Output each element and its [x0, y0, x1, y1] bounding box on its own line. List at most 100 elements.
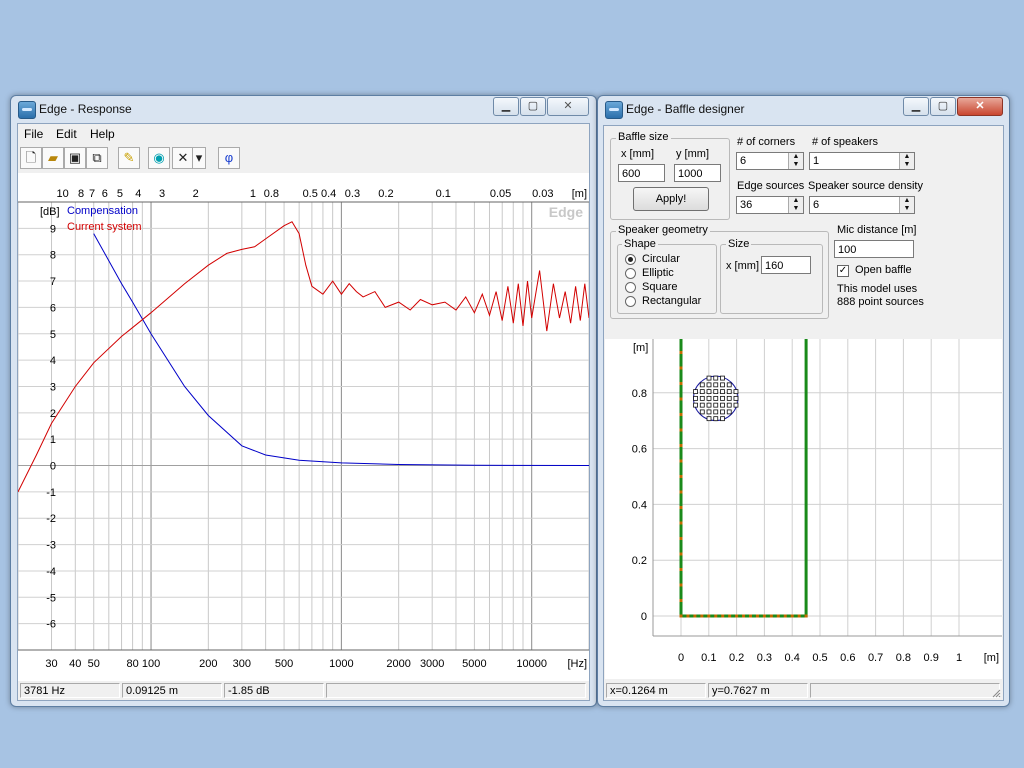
baffle-maximize-button[interactable]: ▢ [930, 97, 956, 116]
speaker-point-source [693, 389, 698, 395]
radio-square[interactable] [625, 282, 636, 293]
status-distance: 0.09125 m [122, 683, 222, 698]
baffle-settings-panel: Baffle size x [mm] y [mm] 600 1000 Apply… [604, 126, 1003, 336]
x-tick-label: 50 [88, 658, 100, 670]
x-tick-label: 0.5 [812, 652, 827, 664]
size-x-input[interactable]: 160 [761, 256, 811, 274]
speakers-label: # of speakers [812, 136, 879, 148]
edge-source-marker [679, 459, 683, 463]
spin-arrows-icon[interactable]: ▲ ▼ [788, 153, 803, 169]
top-tick-label: 7 [89, 188, 95, 200]
x-tick-label: 1 [956, 652, 962, 664]
menu-help[interactable]: Help [90, 127, 115, 141]
baffle-y-input[interactable]: 1000 [674, 164, 721, 182]
speaker-point-source [733, 389, 739, 395]
menu-edit[interactable]: Edit [56, 127, 77, 141]
shape-label: Shape [622, 238, 658, 250]
edge-source-marker [679, 583, 683, 587]
save-icon[interactable]: ▣ [64, 147, 86, 169]
baffle-size-label: Baffle size [616, 131, 671, 143]
phase-icon[interactable]: φ [218, 147, 240, 169]
y-tick-label: 1 [50, 434, 56, 446]
speaker-point-source [733, 402, 739, 408]
status-level: -1.85 dB [224, 683, 324, 698]
edge-sources-spinner[interactable]: 36 ▲ ▼ [736, 196, 804, 214]
edge-source-marker [679, 413, 683, 416]
baffle-minimize-button[interactable]: ▁ [903, 97, 929, 116]
close-button[interactable]: ✕ [547, 97, 589, 116]
speaker-point-source [713, 409, 719, 415]
edge-source-marker [700, 614, 704, 618]
menu-file[interactable]: File [24, 127, 43, 141]
edge-source-marker [693, 614, 697, 618]
corners-spinner[interactable]: 6 ▲ ▼ [736, 152, 804, 170]
top-tick-label: 0.03 [532, 188, 553, 200]
radio-elliptic[interactable] [625, 268, 636, 279]
spin-arrows-icon[interactable]: ▲ ▼ [788, 197, 803, 213]
series-line-current-system [17, 221, 590, 493]
size-x-label: x [mm] [726, 260, 759, 272]
spin-arrows-icon[interactable]: ▲ ▼ [899, 153, 914, 169]
y-tick-label: 8 [50, 250, 56, 262]
edge-source-marker [742, 614, 746, 618]
x-tick-label: 500 [275, 658, 293, 670]
delete-x-icon[interactable]: ✕ [172, 147, 194, 169]
new-file-icon[interactable]: 🗋 [20, 147, 42, 169]
baffle-x-input[interactable]: 600 [618, 164, 665, 182]
size-group [720, 244, 823, 314]
speaker-point-source [706, 409, 712, 415]
speaker-point-source [706, 375, 712, 381]
baffle-close-button[interactable]: ✕ [957, 97, 1003, 116]
top-tick-label: 0.5 [303, 188, 318, 200]
speakers-spinner[interactable]: 1 ▲ ▼ [809, 152, 915, 170]
open-baffle-checkbox[interactable]: ✓ [837, 265, 849, 277]
y-tick-label: 0.2 [632, 555, 647, 567]
radio-rectangular[interactable] [625, 296, 636, 307]
speaker-point-source [720, 375, 725, 381]
x-tick-label: 0.2 [729, 652, 744, 664]
driver-icon[interactable]: ◉ [148, 147, 170, 169]
pencil-icon[interactable]: ✎ [118, 147, 140, 169]
edge-source-marker [721, 614, 725, 618]
edge-source-marker [679, 506, 683, 509]
baffle-y-label: y [mm] [676, 148, 709, 160]
speaker-point-source [699, 382, 705, 388]
speaker-point-source [699, 389, 705, 395]
x-tick-label: 0.6 [840, 652, 855, 664]
baffle-titlebar[interactable]: Edge - Baffle designer ▁ ▢ ✕ [598, 96, 1009, 122]
open-folder-icon[interactable]: ▰ [42, 147, 64, 169]
minimize-button[interactable]: ▁ [493, 97, 519, 116]
speaker-point-source [693, 395, 698, 401]
legend-compensation: Compensation [67, 205, 138, 217]
y-tick-label: -6 [46, 619, 56, 631]
y-tick-label: 0 [641, 611, 647, 623]
speaker-point-source [726, 382, 732, 388]
edge-source-marker [679, 444, 683, 447]
top-tick-label: 0.4 [321, 188, 336, 200]
response-plot[interactable]: 9 8 7 6 5 4 3 2 1 0 -1 -2 -3 -4 -5 -6 [dB] 30 40 50 80 100 200… [17, 173, 590, 681]
density-spinner[interactable]: 6 ▲ ▼ [809, 196, 915, 214]
maximize-button[interactable]: ▢ [520, 97, 546, 116]
speaker-point-source [706, 382, 712, 388]
radio-circular[interactable] [625, 254, 636, 265]
resize-grip-icon[interactable] [991, 688, 1001, 698]
dropdown-arrow-icon[interactable]: ▾ [192, 147, 206, 169]
edge-source-marker [728, 614, 732, 618]
edge-source-marker [783, 614, 787, 618]
baffle-window-title: Edge - Baffle designer [626, 102, 745, 116]
apply-button[interactable]: Apply! [633, 187, 709, 211]
baffle-plot[interactable]: 0 0.2 0.4 0.6 0.8 0 0.1 0.2 0.3 0.4 0.5 0.6 0.7 0.8 0.… [605, 335, 1002, 679]
y-tick-label: 5 [50, 329, 56, 341]
mic-distance-input[interactable]: 100 [834, 240, 914, 258]
edge-source-marker [755, 614, 759, 618]
speaker-point-source [720, 416, 725, 422]
response-titlebar[interactable]: Edge - Response ▁ ▢ ✕ [11, 96, 596, 122]
copy-icon[interactable]: ⧉ [86, 147, 108, 169]
top-tick-label: 2 [193, 188, 199, 200]
status-empty-2 [810, 683, 1000, 698]
speaker-point-source [699, 402, 705, 408]
edge-source-marker [790, 614, 794, 618]
top-tick-label: 6 [102, 188, 108, 200]
spin-arrows-icon[interactable]: ▲ ▼ [899, 197, 914, 213]
status-x: x=0.1264 m [606, 683, 706, 698]
